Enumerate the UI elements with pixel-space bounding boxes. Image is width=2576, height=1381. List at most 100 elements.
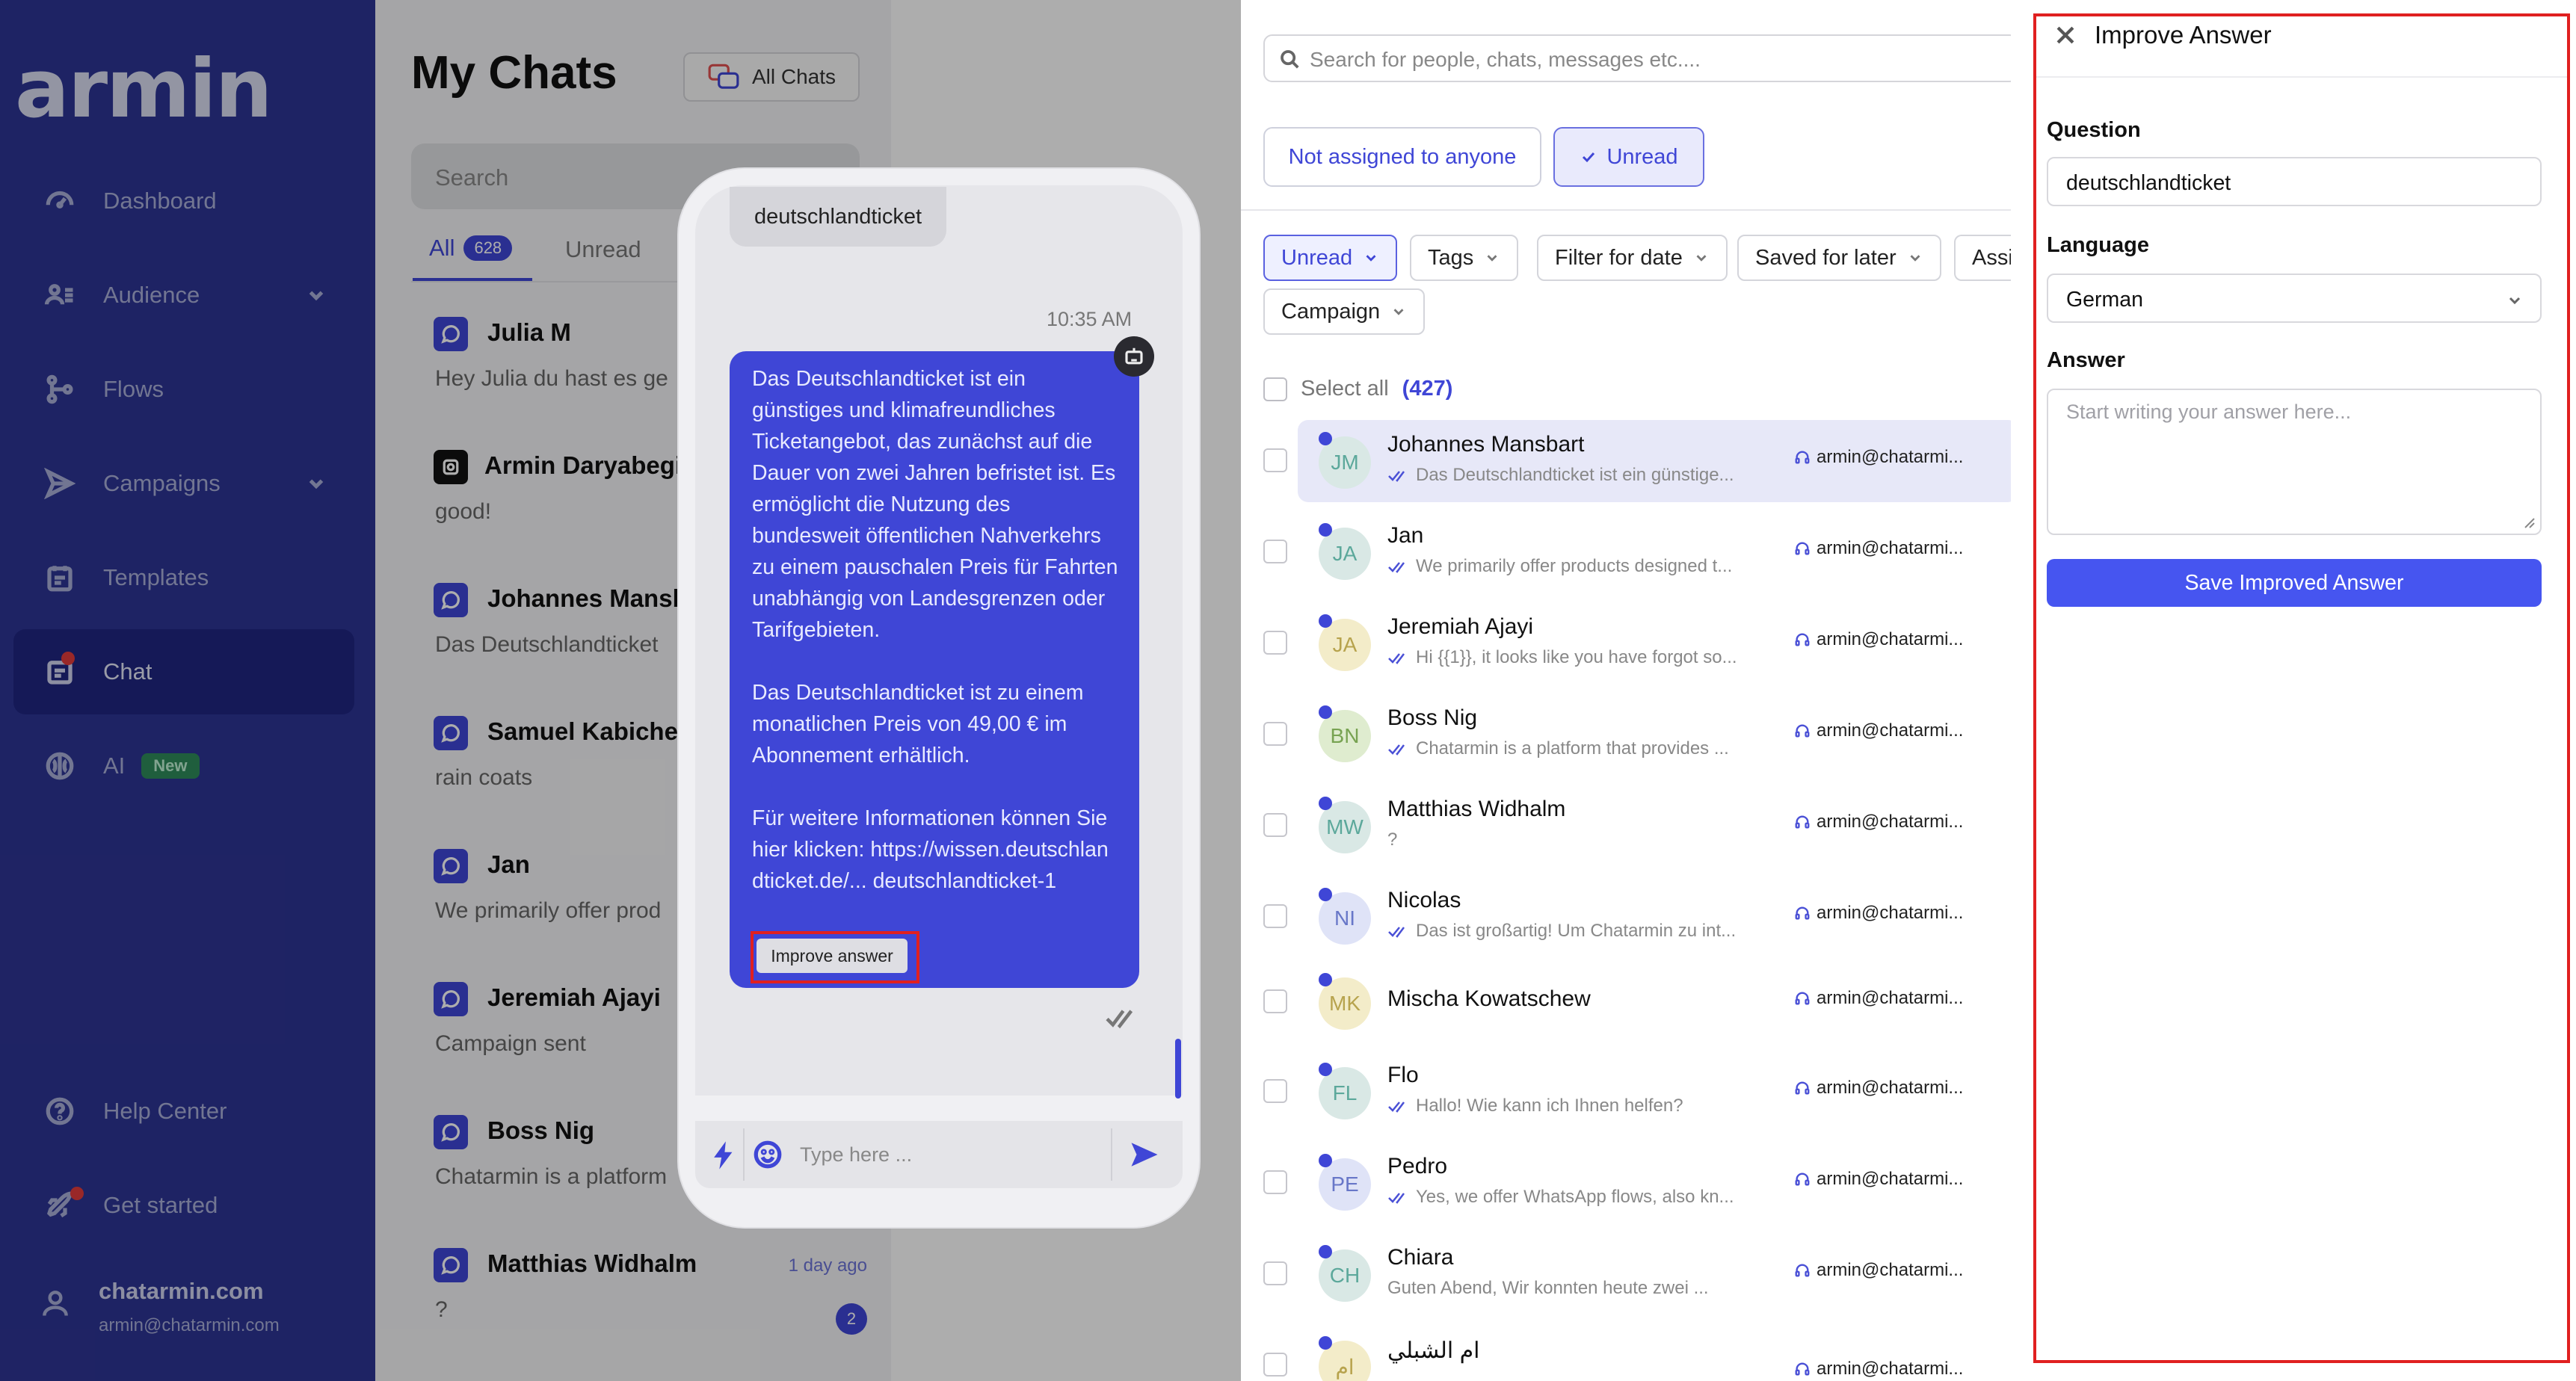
question-bubble: deutschlandticket (730, 187, 946, 247)
assignee: armin@chatarmi... (1794, 1169, 1963, 1190)
row-checkbox[interactable] (1263, 722, 1287, 746)
contact-name: Mischa Kowatschew (1387, 986, 1591, 1011)
row-checkbox[interactable] (1263, 904, 1287, 928)
filter-unread-dropdown[interactable]: Unread (1263, 235, 1398, 281)
assignee: armin@chatarmi... (1794, 720, 1963, 741)
contact-name: Matthias Widhalm (1387, 797, 1566, 821)
unread-dot (1319, 973, 1332, 986)
message-preview: Das Deutschlandticket ist ein günstige..… (1387, 465, 1734, 486)
filter-date-dropdown[interactable]: Filter for date (1537, 235, 1728, 281)
search-placeholder: Search for people, chats, messages etc..… (1310, 48, 1701, 71)
headset-icon (1795, 633, 1810, 646)
chevron-down-icon (1366, 255, 1376, 262)
language-value: German (2066, 288, 2143, 312)
answer-paragraph: Das Deutschlandticket ist zu einem monat… (752, 681, 1084, 767)
unread-dot (1319, 523, 1332, 537)
row-checkbox[interactable] (1263, 448, 1287, 472)
filter-tags-dropdown[interactable]: Tags (1410, 235, 1519, 281)
assignee: armin@chatarmi... (1794, 1359, 1963, 1380)
message-input[interactable]: Type here ... (800, 1143, 912, 1167)
divider (2036, 76, 2567, 78)
double-check-icon (1388, 562, 1405, 573)
unread-dot (1319, 432, 1332, 445)
unread-dot (1319, 1063, 1332, 1076)
filter-saved-dropdown[interactable]: Saved for later (1737, 235, 1941, 281)
assignee: armin@chatarmi... (1794, 988, 1963, 1009)
divider (1241, 209, 2018, 211)
select-all[interactable]: Select all (427) (1263, 377, 1452, 401)
assignee: armin@chatarmi... (1794, 538, 1963, 559)
inbox-row[interactable]: JM Johannes Mansbart Das Deutschlandticket… (1241, 415, 2018, 507)
not-assigned-filter-button[interactable]: Not assigned to anyone (1263, 127, 1541, 187)
chevron-down-icon (1393, 309, 1404, 315)
row-checkbox[interactable] (1263, 631, 1287, 655)
bolt-icon[interactable] (710, 1140, 737, 1174)
select-all-checkbox[interactable] (1263, 377, 1287, 401)
inbox-search-input[interactable]: Search for people, chats, messages etc..… (1263, 34, 2018, 82)
double-check-icon (1388, 927, 1405, 938)
inbox-row[interactable]: JA Jeremiah Ajayi Hi {{1}}, it looks like … (1241, 598, 2018, 689)
inbox-row[interactable]: MW Matthias Widhalm? armin@chatarmi... (1241, 780, 2018, 871)
message-preview: Hallo! Wie kann ich Ihnen helfen? (1387, 1096, 1683, 1116)
inbox-row[interactable]: JA Jan We primarily offer products designe… (1241, 507, 2018, 598)
contact-name: Pedro (1387, 1154, 1448, 1178)
row-checkbox[interactable] (1263, 1353, 1287, 1377)
contact-name: Jeremiah Ajayi (1387, 614, 1534, 639)
row-checkbox[interactable] (1263, 540, 1287, 563)
unread-dot (1319, 1336, 1332, 1350)
contact-name: Chiara (1387, 1245, 1454, 1270)
inbox-row[interactable]: ام ام الشبلي armin@chatarmi... (1241, 1320, 2018, 1381)
row-checkbox[interactable] (1263, 813, 1287, 837)
message-composer: Type here ... (695, 1121, 1183, 1188)
chevron-down-icon (2509, 297, 2521, 305)
double-check-icon (1105, 1007, 1139, 1032)
headset-icon (1795, 1264, 1810, 1277)
save-improved-answer-button[interactable]: Save Improved Answer (2047, 559, 2542, 607)
inbox-row[interactable]: PE Pedro Yes, we offer WhatsApp flows, als… (1241, 1137, 2018, 1229)
filter-assignee-dropdown[interactable]: Assi (1954, 235, 2018, 281)
scrollbar[interactable] (1175, 1039, 1181, 1099)
row-checkbox[interactable] (1263, 989, 1287, 1013)
double-check-icon (1388, 1102, 1405, 1113)
question-field[interactable]: deutschlandticket (2047, 157, 2542, 206)
chevron-down-icon (1696, 255, 1707, 262)
unread-dot (1319, 614, 1332, 628)
language-select[interactable]: German (2047, 274, 2542, 323)
send-icon[interactable] (1129, 1139, 1160, 1174)
unread-dot (1319, 888, 1332, 901)
assignee: armin@chatarmi... (1794, 1260, 1963, 1281)
answer-paragraph: Für weitere Informationen können Sie hie… (752, 806, 1109, 893)
resize-handle-icon[interactable] (2522, 516, 2536, 529)
search-icon (1281, 50, 1299, 69)
answer-textarea[interactable]: Start writing your answer here... (2047, 389, 2542, 535)
unread-quick-filter-button[interactable]: Unread (1553, 127, 1704, 187)
inbox-row[interactable]: NI Nicolas Das ist großartig! Um Chatarmin… (1241, 871, 2018, 963)
assignee: armin@chatarmi... (1794, 629, 1963, 650)
message-preview: Chatarmin is a platform that provides ..… (1387, 738, 1729, 759)
emoji-icon[interactable] (752, 1139, 783, 1174)
highlight-box (2033, 13, 2570, 1363)
row-checkbox[interactable] (1263, 1079, 1287, 1103)
contact-name: Flo (1387, 1063, 1419, 1087)
inbox-row[interactable]: MK Mischa Kowatschew armin@chatarmi... (1241, 957, 2018, 1048)
headset-icon (1795, 992, 1810, 1005)
row-checkbox[interactable] (1263, 1261, 1287, 1285)
close-icon[interactable] (2053, 22, 2078, 52)
assignee: armin@chatarmi... (1794, 447, 1963, 468)
answer-paragraph: Das Deutschlandticket ist ein günstiges … (752, 367, 1118, 642)
select-all-label: Select all (1301, 377, 1389, 401)
check-icon (1583, 152, 1595, 163)
assignee: armin@chatarmi... (1794, 903, 1963, 924)
message-time: 10:35 AM (1047, 308, 1133, 330)
unread-label: Unread (1606, 144, 1678, 169)
divider (1111, 1128, 1112, 1181)
inbox-row[interactable]: CH Chiara Guten Abend, Wir konnten heute z… (1241, 1229, 2018, 1320)
contact-name: Jan (1387, 523, 1424, 548)
double-check-icon (1388, 653, 1405, 664)
row-checkbox[interactable] (1263, 1170, 1287, 1194)
filter-campaign-dropdown[interactable]: Campaign (1263, 288, 1426, 335)
inbox-row[interactable]: BN Boss Nig Chatarmin is a platform that p… (1241, 689, 2018, 780)
inbox-row[interactable]: FL Flo Hallo! Wie kann ich Ihnen helfen? ar… (1241, 1046, 2018, 1137)
chevron-down-icon (1487, 255, 1497, 262)
headset-icon (1795, 451, 1810, 464)
